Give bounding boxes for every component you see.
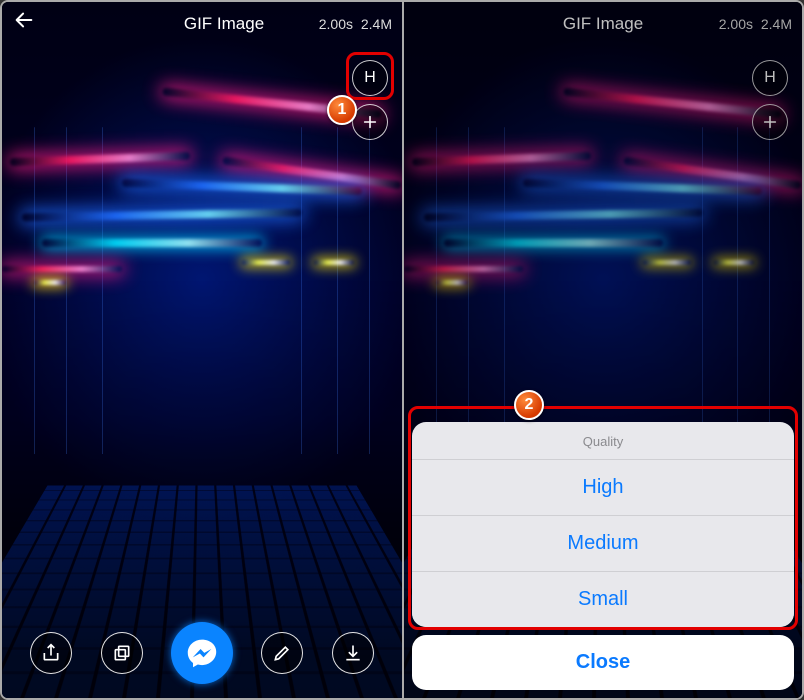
callout-badge-1: 1 <box>327 95 357 125</box>
quality-button[interactable]: H <box>352 60 388 96</box>
screenshot-before: GIF Image 2.00s 2.4M H <box>2 2 402 698</box>
edit-button[interactable] <box>261 632 303 674</box>
screenshot-after: GIF Image 2.00s 2.4M H Quality High Medi… <box>402 2 802 698</box>
size-label: 2.4M <box>361 16 392 32</box>
quality-option-high[interactable]: High <box>412 459 794 515</box>
sheet-title: Quality <box>412 422 794 459</box>
layers-button[interactable] <box>101 632 143 674</box>
quality-option-small[interactable]: Small <box>412 571 794 627</box>
sheet-close-button[interactable]: Close <box>412 635 794 690</box>
quality-action-sheet: Quality High Medium Small Close <box>412 422 794 690</box>
back-button[interactable] <box>2 2 46 46</box>
download-button[interactable] <box>332 632 374 674</box>
quality-letter: H <box>364 69 376 87</box>
messenger-send-button[interactable] <box>171 622 233 684</box>
duration-label: 2.00s <box>319 16 353 32</box>
quality-option-medium[interactable]: Medium <box>412 515 794 571</box>
file-meta: 2.00s 2.4M <box>319 2 392 46</box>
share-button[interactable] <box>30 632 72 674</box>
callout-badge-2: 2 <box>514 390 544 420</box>
add-button[interactable] <box>352 104 388 140</box>
bottom-toolbar <box>2 618 402 688</box>
